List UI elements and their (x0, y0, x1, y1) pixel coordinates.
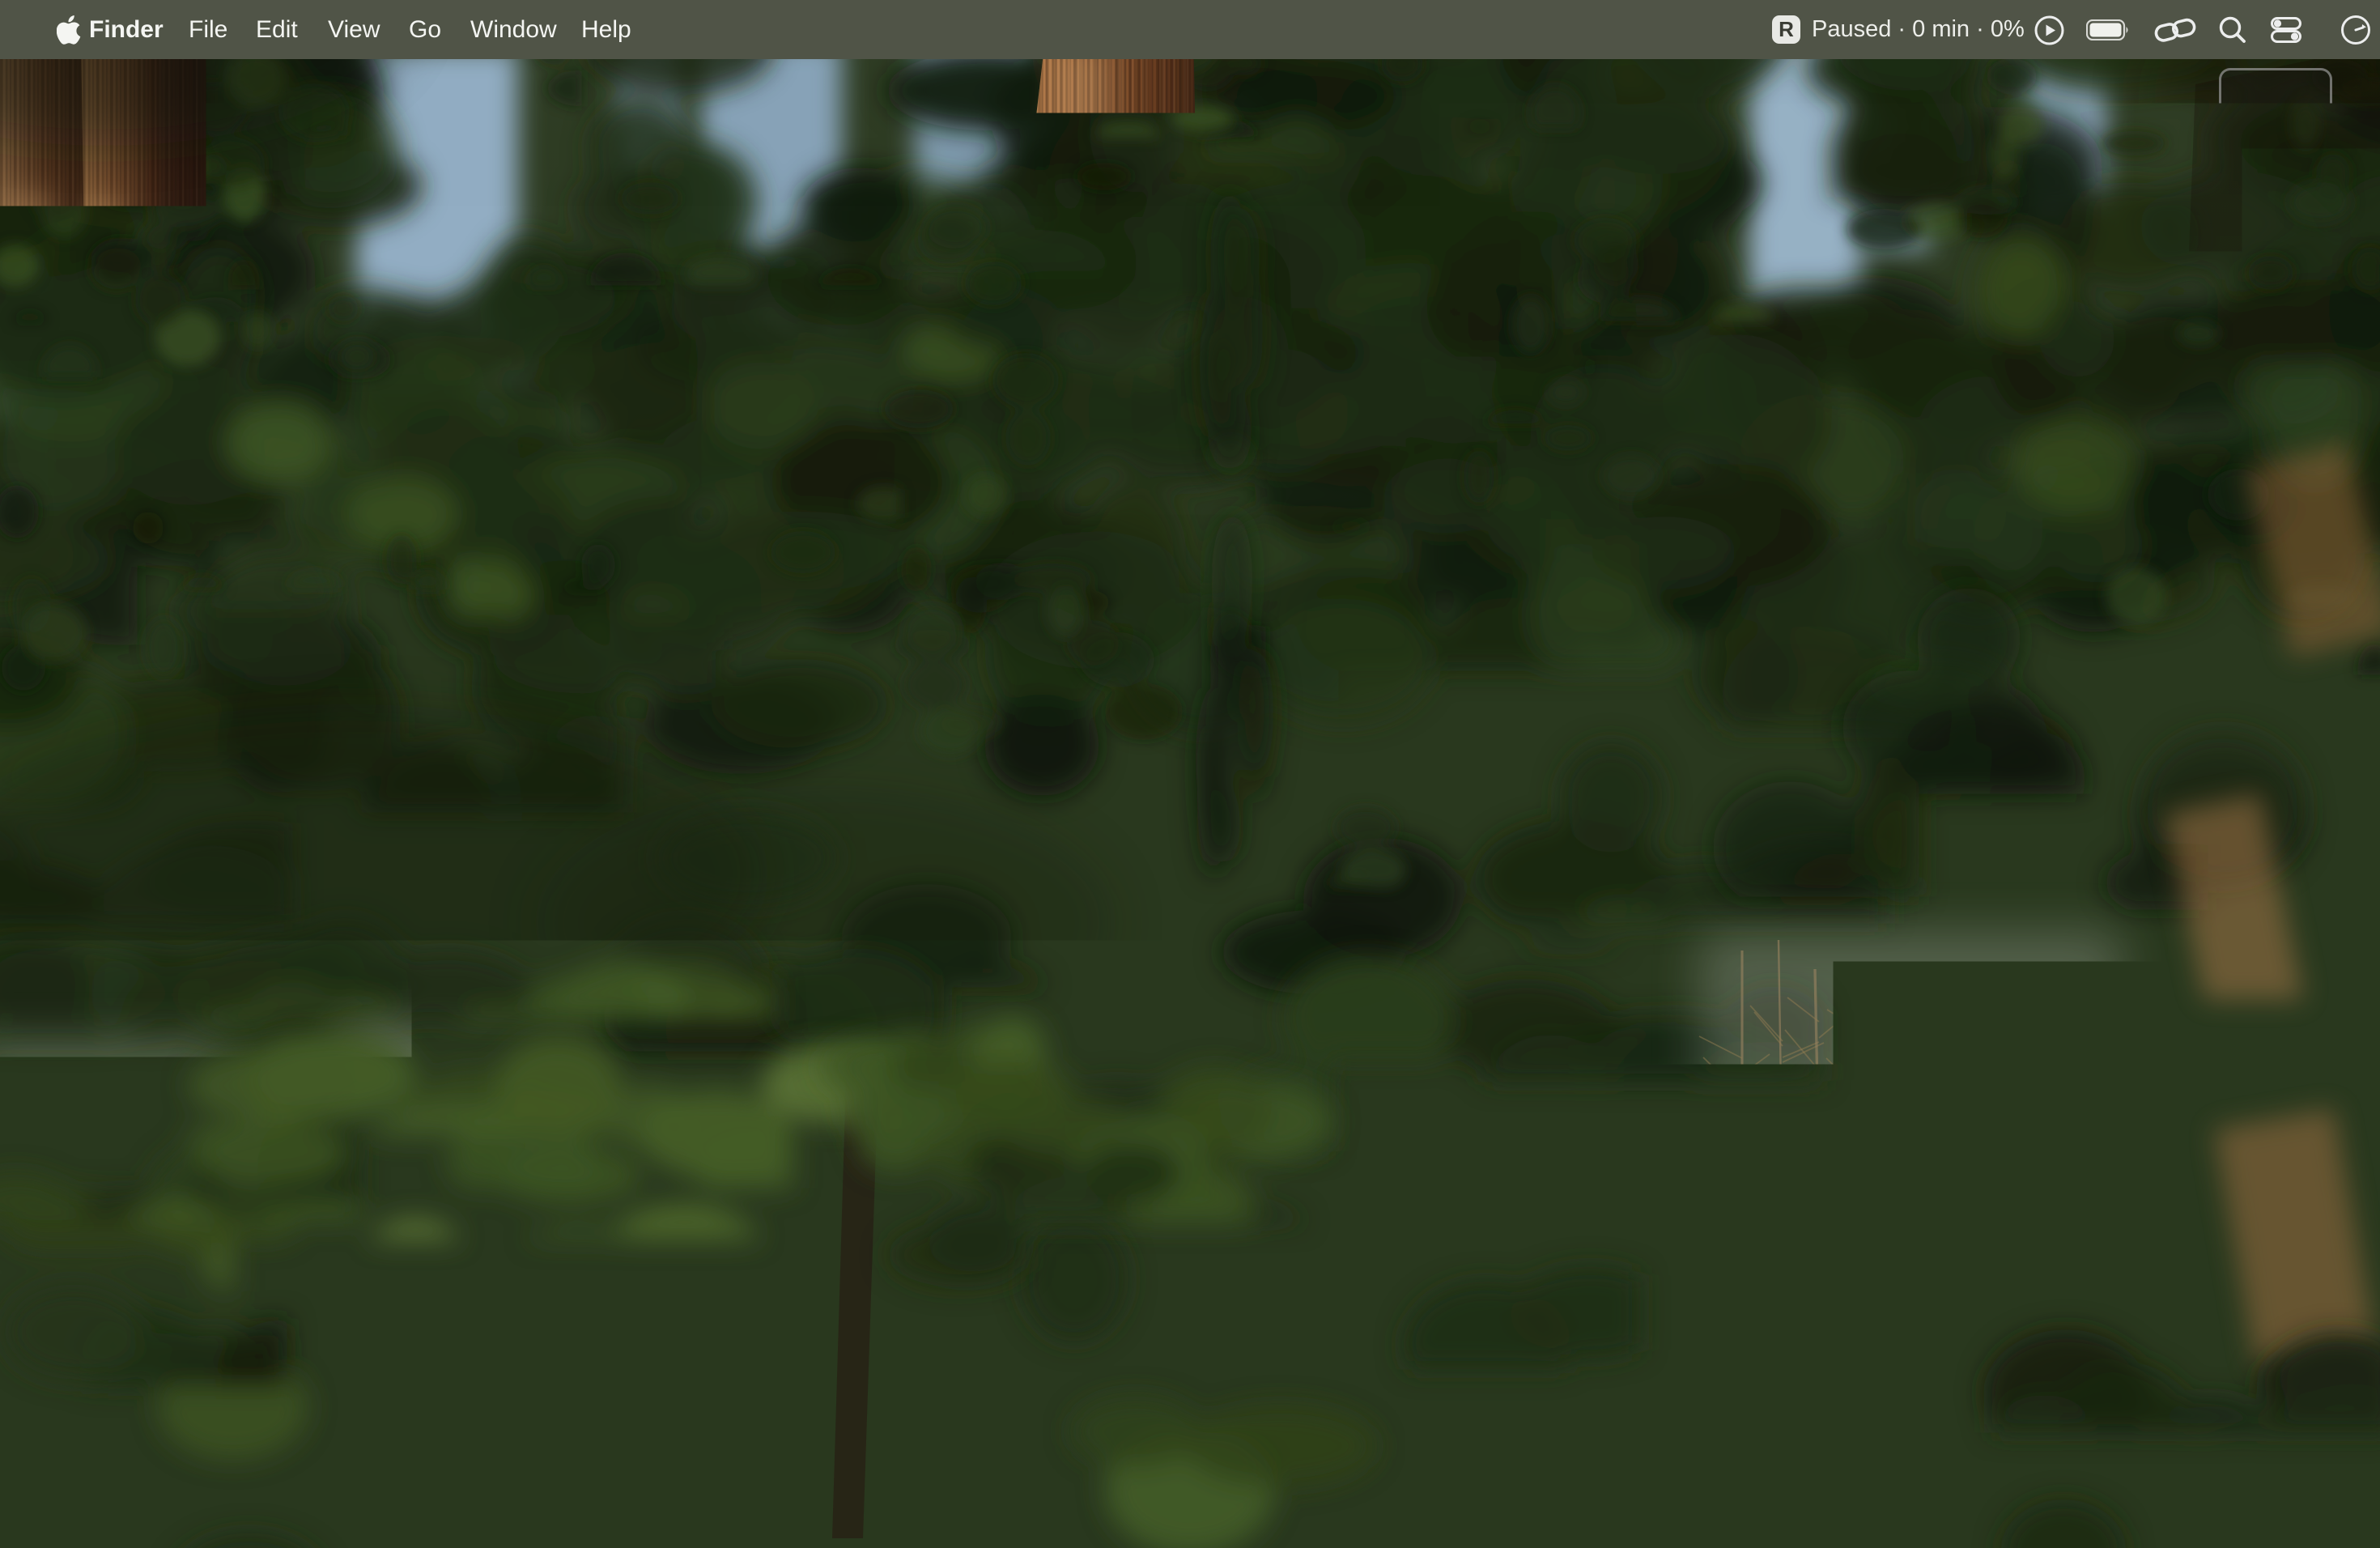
svg-text:zoom: zoom (1325, 1483, 1367, 1501)
svg-text:1: 1 (941, 1462, 951, 1481)
svg-text:FEB: FEB (601, 1465, 623, 1475)
svg-text:PDF: PDF (1766, 1508, 1785, 1520)
svg-text:17: 17 (591, 1476, 632, 1518)
svg-text:Aa: Aa (1644, 1477, 1678, 1507)
